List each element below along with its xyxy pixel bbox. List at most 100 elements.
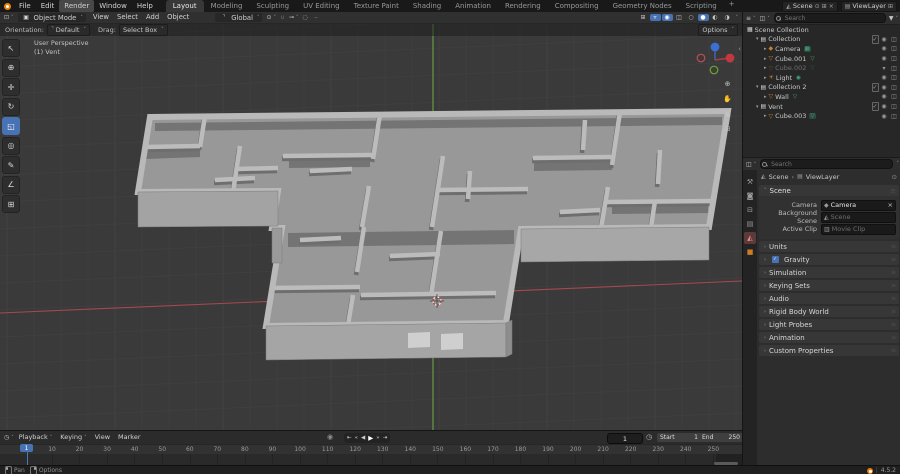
mesh-data-icon[interactable]: ▽ [809, 113, 816, 120]
workspace-tab-texture-paint[interactable]: Texture Paint [347, 0, 406, 12]
options-button[interactable]: Options ˅ [698, 23, 738, 36]
tool-add-cube[interactable]: ⊞ [2, 195, 20, 213]
chevron-right-icon[interactable]: ▸ [764, 94, 767, 100]
navigation-gizmo[interactable] [694, 39, 740, 81]
workspace-tab-geometry-nodes[interactable]: Geometry Nodes [606, 0, 679, 12]
outliner-row-scene-collection[interactable]: ▦ Scene Collection [743, 25, 900, 35]
tool-annotate[interactable]: ✎ [2, 156, 20, 174]
viewport-menu-object[interactable]: Object [163, 12, 193, 23]
chevron-right-icon[interactable]: ▸ [764, 46, 767, 52]
workspace-tab-scripting[interactable]: Scripting [679, 0, 724, 12]
properties-tab-output[interactable]: ⊟ [744, 204, 756, 216]
eye-closed-icon[interactable]: ▾ [879, 65, 889, 72]
camera-visibility-icon[interactable]: ◫ [889, 45, 899, 52]
viewport-3d[interactable]: User Perspective (1) Vent ↖ ⊕ ✛ ↻ ◱ ◎ ✎ ∠ ⊞ ⊕ ✋ ▣ ⊟… [0, 23, 742, 430]
chevron-right-icon[interactable]: ▸ [764, 75, 767, 81]
gizmo-y-axis[interactable] [709, 65, 719, 75]
viewport-menu-add[interactable]: Add [142, 12, 163, 23]
jump-end-button[interactable]: ⇥ [383, 435, 388, 441]
collapse-arrow-icon[interactable]: ‹ [738, 45, 741, 53]
breadcrumb-scene[interactable]: Scene [769, 173, 789, 181]
properties-tab-render[interactable]: ◙ [744, 190, 756, 202]
outliner-row-cube-001[interactable]: ▸ ▽ Cube.001 ▽ ◉ ◫ [743, 54, 900, 64]
workspace-tab-rendering[interactable]: Rendering [498, 0, 548, 12]
timeline-menu-view[interactable]: View [91, 431, 114, 444]
filter-objects-icon[interactable]: ◫ ˅ [759, 15, 771, 22]
viewport-canvas[interactable] [0, 23, 742, 430]
collection-checkbox[interactable]: ✓ [871, 102, 879, 112]
workspace-tab-animation[interactable]: Animation [448, 0, 498, 12]
tool-cursor[interactable]: ⊕ [2, 58, 20, 77]
tool-scale[interactable]: ◱ [2, 117, 20, 135]
properties-search-input[interactable] [760, 159, 893, 169]
xray-toggle-icon[interactable]: ◫ [674, 14, 685, 21]
tool-rotate[interactable]: ↻ [2, 97, 20, 116]
viewport-menu-select[interactable]: Select [113, 12, 142, 23]
gizmos-toggle-icon[interactable]: ▿ [649, 14, 661, 21]
mesh-data-icon[interactable]: ▽ [792, 94, 798, 100]
shading-solid-icon[interactable]: ● [697, 14, 709, 21]
next-keyframe-button[interactable]: » [376, 435, 379, 441]
menu-render[interactable]: Render [59, 0, 95, 12]
outliner-row-cube-003[interactable]: ▸ ▽ Cube.003 ▽ ◉ ◫ [743, 111, 900, 121]
prev-keyframe-button[interactable]: « [355, 435, 358, 441]
overlays-toggle-icon[interactable]: ◉ [661, 14, 673, 21]
eye-icon[interactable]: ◉ [879, 103, 889, 110]
transform-pivot-icon[interactable]: ⊙ ˅ [265, 14, 277, 21]
workspace-tab-layout[interactable]: Layout [165, 0, 204, 12]
floorplan-model[interactable] [134, 107, 732, 361]
camera-data-icon[interactable]: ▦ [803, 45, 811, 52]
eye-icon[interactable]: ◉ [879, 93, 889, 100]
chevron-down-icon[interactable]: ˅ [736, 15, 739, 21]
gravity-checkbox[interactable]: ✓ [771, 256, 779, 263]
tool-transform[interactable]: ◎ [2, 136, 20, 155]
toggle-perspective-icon[interactable]: ⊟ [721, 123, 734, 134]
tool-tweak-select[interactable]: ↖ [2, 39, 20, 57]
light-data-icon[interactable]: ◉ [795, 75, 802, 81]
active-clip-field[interactable]: ▥ Movie Clip [821, 223, 896, 235]
camera-field[interactable]: ◆ Camera × [821, 199, 896, 211]
gizmo-x-neg-axis[interactable] [696, 53, 706, 63]
camera-visibility-icon[interactable]: ◫ [889, 74, 899, 81]
editor-type-icon[interactable]: ⊡ ˅ [3, 14, 15, 21]
workspace-tab-uv-editing[interactable]: UV Editing [296, 0, 347, 12]
menu-edit[interactable]: Edit [36, 0, 60, 12]
properties-tab-tool[interactable]: ⚒ [744, 176, 756, 188]
transform-orientation-dropdown[interactable]: ⌝ Global ˅ [215, 13, 263, 22]
eye-icon[interactable]: ◉ [879, 84, 889, 91]
timeline-menu-playback[interactable]: Playback ˅ [15, 431, 57, 444]
panel-units[interactable]: › Units ≡ [759, 241, 899, 252]
new-scene-icon[interactable]: ⊞ [822, 3, 827, 10]
proportional-falloff-icon[interactable]: ⌢ [311, 14, 322, 22]
shading-rendered-icon[interactable]: ◑ [722, 14, 733, 21]
chevron-down-icon[interactable]: ▾ [756, 84, 759, 90]
panel-custom-properties[interactable]: › Custom Properties ≡ [759, 345, 899, 356]
frame-start-field[interactable]: Start 1 [657, 433, 701, 442]
workspace-tab-compositing[interactable]: Compositing [548, 0, 606, 12]
outliner-search-input[interactable] [773, 13, 886, 23]
camera-visibility-icon[interactable]: ◫ [889, 65, 899, 72]
collection-checkbox[interactable]: ✓ [871, 82, 879, 92]
pin-icon[interactable]: ⊙ [892, 173, 897, 181]
panel-audio[interactable]: › Audio ≡ [759, 293, 899, 304]
camera-visibility-icon[interactable]: ◫ [889, 93, 899, 100]
properties-tab-object[interactable]: ■ [744, 246, 756, 258]
snap-target-icon[interactable]: ⊸ ˅ [288, 14, 300, 21]
chevron-down-icon[interactable]: ▾ [756, 36, 759, 42]
panel-rigid-body-world[interactable]: › Rigid Body World ≡ [759, 306, 899, 317]
camera-visibility-icon[interactable]: ◫ [889, 113, 899, 120]
jump-start-button[interactable]: ⇤ [347, 435, 352, 441]
mode-dropdown[interactable]: ▣ Object Mode ˅ [17, 13, 86, 22]
shading-material-icon[interactable]: ◐ [710, 14, 721, 21]
panel-animation[interactable]: › Animation ≡ [759, 332, 899, 343]
outliner-row-vent[interactable]: ▾ ▤ Vent ✓ ◉ ◫ [743, 102, 900, 112]
tool-measure[interactable]: ∠ [2, 175, 20, 194]
panel-gravity[interactable]: › ✓ Gravity ≡ [759, 254, 899, 265]
menu-file[interactable]: File [14, 0, 36, 12]
outliner-row-collection-2[interactable]: ▾ ▤ Collection 2 ✓ ◉ ◫ [743, 82, 900, 93]
frame-end-field[interactable]: End 250 [699, 433, 743, 442]
gizmo-z-axis[interactable] [710, 42, 720, 52]
properties-tab-scene[interactable]: ◭ [744, 232, 756, 244]
timeline-ruler[interactable]: 10 20 30 40 50 60 70 80 90 100 110 120 130 140 150 160 1… [0, 444, 742, 454]
mesh-data-icon[interactable]: ▽ [809, 56, 815, 62]
